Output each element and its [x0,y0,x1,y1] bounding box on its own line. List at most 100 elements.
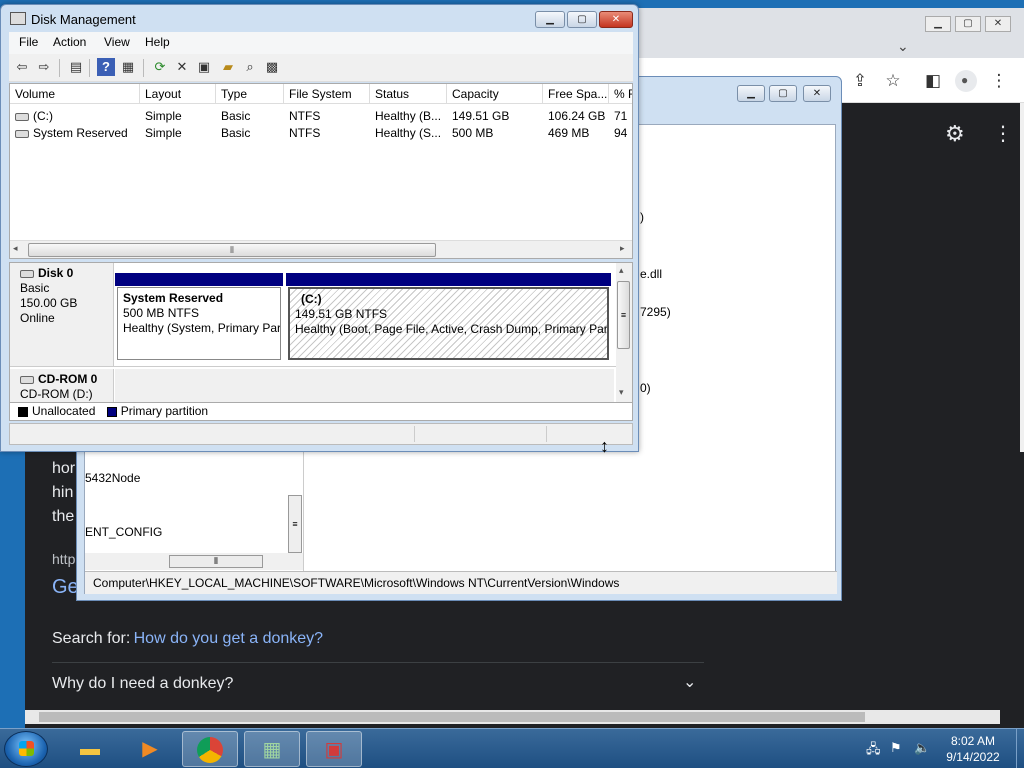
partition-box-selected: (C:) 149.51 GB NTFS Healthy (Boot, Page … [288,287,609,360]
column-header-capacity[interactable]: Capacity [447,84,543,104]
action-center-icon[interactable]: ⚑ [890,740,902,756]
primary-partition-bar [115,273,283,286]
disk-view-vscrollbar[interactable]: ▴ ≡ ▾ [616,263,632,402]
tree-vscroll-thumb[interactable]: ≡ [288,495,302,553]
chrome-taskbar-icon[interactable] [182,731,238,767]
column-header-free-space[interactable]: Free Spa... [543,84,609,104]
partition-size: 500 MB NTFS [123,306,200,320]
scroll-down-icon[interactable]: ▾ [619,387,624,398]
value-text: e.dll [640,267,663,281]
partition-name: (C:) [301,292,322,306]
maximize-button[interactable]: ▢ [769,85,797,102]
faq-item[interactable]: Why do I need a donkey? [52,675,233,693]
refresh-icon[interactable]: ⟳ [151,58,169,76]
tree-item[interactable]: 5432Node [85,471,140,485]
gear-icon[interactable]: ⚙ [945,121,965,147]
column-header-status[interactable]: Status [370,84,447,104]
tree-hscrollbar[interactable]: ⦀ [85,553,303,570]
partition-system-reserved[interactable]: System Reserved 500 MB NTFS Healthy (Sys… [115,273,283,361]
partition-name: System Reserved [123,291,224,305]
share-icon[interactable]: ⇪ [850,71,870,91]
scroll-up-icon[interactable]: ▴ [619,265,624,276]
menu-view[interactable]: View [104,35,130,49]
scroll-left-icon[interactable]: ◂ [13,243,18,254]
disk-0-label[interactable]: Disk 0 Basic 150.00 GB Online [10,263,114,366]
show-desktop-button[interactable] [1016,729,1024,768]
menu-help[interactable]: Help [145,35,170,49]
status-bar [9,423,633,445]
network-icon[interactable]: 🖧 [866,740,881,762]
properties-icon[interactable]: ▦ [119,58,137,76]
tree-hscroll-thumb[interactable]: ⦀ [169,555,263,568]
back-arrow-icon[interactable]: ⇦ [13,58,31,76]
registry-path-statusbar: Computer\HKEY_LOCAL_MACHINE\SOFTWARE\Mic… [85,571,837,594]
partial-heading-link[interactable]: Ge [52,576,79,599]
volume-list: Volume Layout Type File System Status Ca… [9,83,633,259]
column-header-layout[interactable]: Layout [140,84,216,104]
close-button[interactable]: ✕ [985,16,1011,32]
window-title: Disk Management [31,12,136,27]
minimize-button[interactable]: ▁ [925,16,951,32]
minimize-button[interactable]: ▁ [737,85,765,102]
delete-icon[interactable]: ✕ [173,58,191,76]
partial-text: the [52,508,75,525]
cell-capacity: 500 MB [452,126,494,140]
scrollbar-thumb[interactable]: ⦀ [28,243,436,257]
volume-list-hscrollbar[interactable]: ◂ ⦀ ▸ [10,240,632,258]
minimize-button[interactable]: ▁ [535,11,565,28]
primary-partition-bar [286,273,611,286]
toolbar-separator [89,59,90,77]
cell-file-system: NTFS [289,126,321,140]
more-options-icon[interactable]: ⋮ [993,121,1013,146]
divider [52,662,704,663]
forward-arrow-icon[interactable]: ⇨ [35,58,53,76]
clock-time: 8:02 AM [950,734,996,748]
scrollbar-thumb[interactable] [39,712,865,722]
bookmark-star-icon[interactable]: ☆ [883,71,903,91]
cell-free-space: 106.24 GB [548,109,606,123]
regedit-taskbar-icon[interactable]: ▦ [244,731,300,767]
maximize-button[interactable]: ▢ [955,16,981,32]
profile-avatar[interactable]: ● [955,70,977,92]
scrollbar-thumb[interactable]: ≡ [617,281,630,349]
disk-management-taskbar-icon[interactable]: ▣ [306,731,362,767]
column-header-volume[interactable]: Volume [10,84,140,104]
legend-unallocated: Unallocated [32,404,96,418]
table-row[interactable]: System Reserved Simple Basic NTFS Health… [10,125,632,142]
media-player-taskbar-icon[interactable]: ▶ [122,731,178,767]
menu-file[interactable]: File [19,35,38,49]
column-header-type[interactable]: Type [216,84,284,104]
column-header-percent-free[interactable]: % F [609,84,632,104]
close-button[interactable]: ✕ [803,85,831,102]
menu-action[interactable]: Action [53,35,86,49]
settings-icon[interactable]: ▣ [195,58,213,76]
cdrom-0-label[interactable]: CD-ROM 0 CD-ROM (D:) [10,369,114,402]
show-hide-console-icon[interactable]: ▤ [67,58,85,76]
side-panel-icon[interactable]: ◧ [923,71,943,91]
close-button[interactable]: ✕ [599,11,633,28]
explorer-taskbar-icon[interactable]: ▬ [62,731,118,767]
tree-item[interactable]: ENT_CONFIG [85,525,162,539]
search-icon[interactable]: ⌕ [241,58,259,76]
scroll-right-icon[interactable]: ▸ [620,243,625,254]
tab-dropdown-icon[interactable]: ⌄ [897,38,909,55]
horizontal-scrollbar[interactable] [25,710,1000,724]
cell-volume: System Reserved [10,125,140,142]
chevron-down-icon[interactable]: ⌄ [683,672,696,692]
start-button[interactable] [4,731,48,767]
cdrom-icon [20,375,34,384]
system-clock[interactable]: 8:02 AM 9/14/2022 [930,733,1016,765]
open-folder-icon[interactable]: ▰ [219,58,237,76]
menu-bar: File Action View Help [9,32,633,54]
drive-icon [15,129,29,138]
cdrom-drive: CD-ROM (D:) [20,387,93,401]
volume-icon[interactable]: 🔈 [914,740,930,756]
partition-c-drive[interactable]: (C:) 149.51 GB NTFS Healthy (Boot, Page … [286,273,611,361]
column-header-file-system[interactable]: File System [284,84,370,104]
table-row[interactable]: (C:) Simple Basic NTFS Healthy (B... 149… [10,108,632,125]
search-link[interactable]: How do you get a donkey? [134,630,323,647]
view-icon[interactable]: ▩ [263,58,281,76]
maximize-button[interactable]: ▢ [567,11,597,28]
menu-dots-icon[interactable]: ⋮ [989,71,1009,91]
help-icon[interactable]: ? [97,58,115,76]
